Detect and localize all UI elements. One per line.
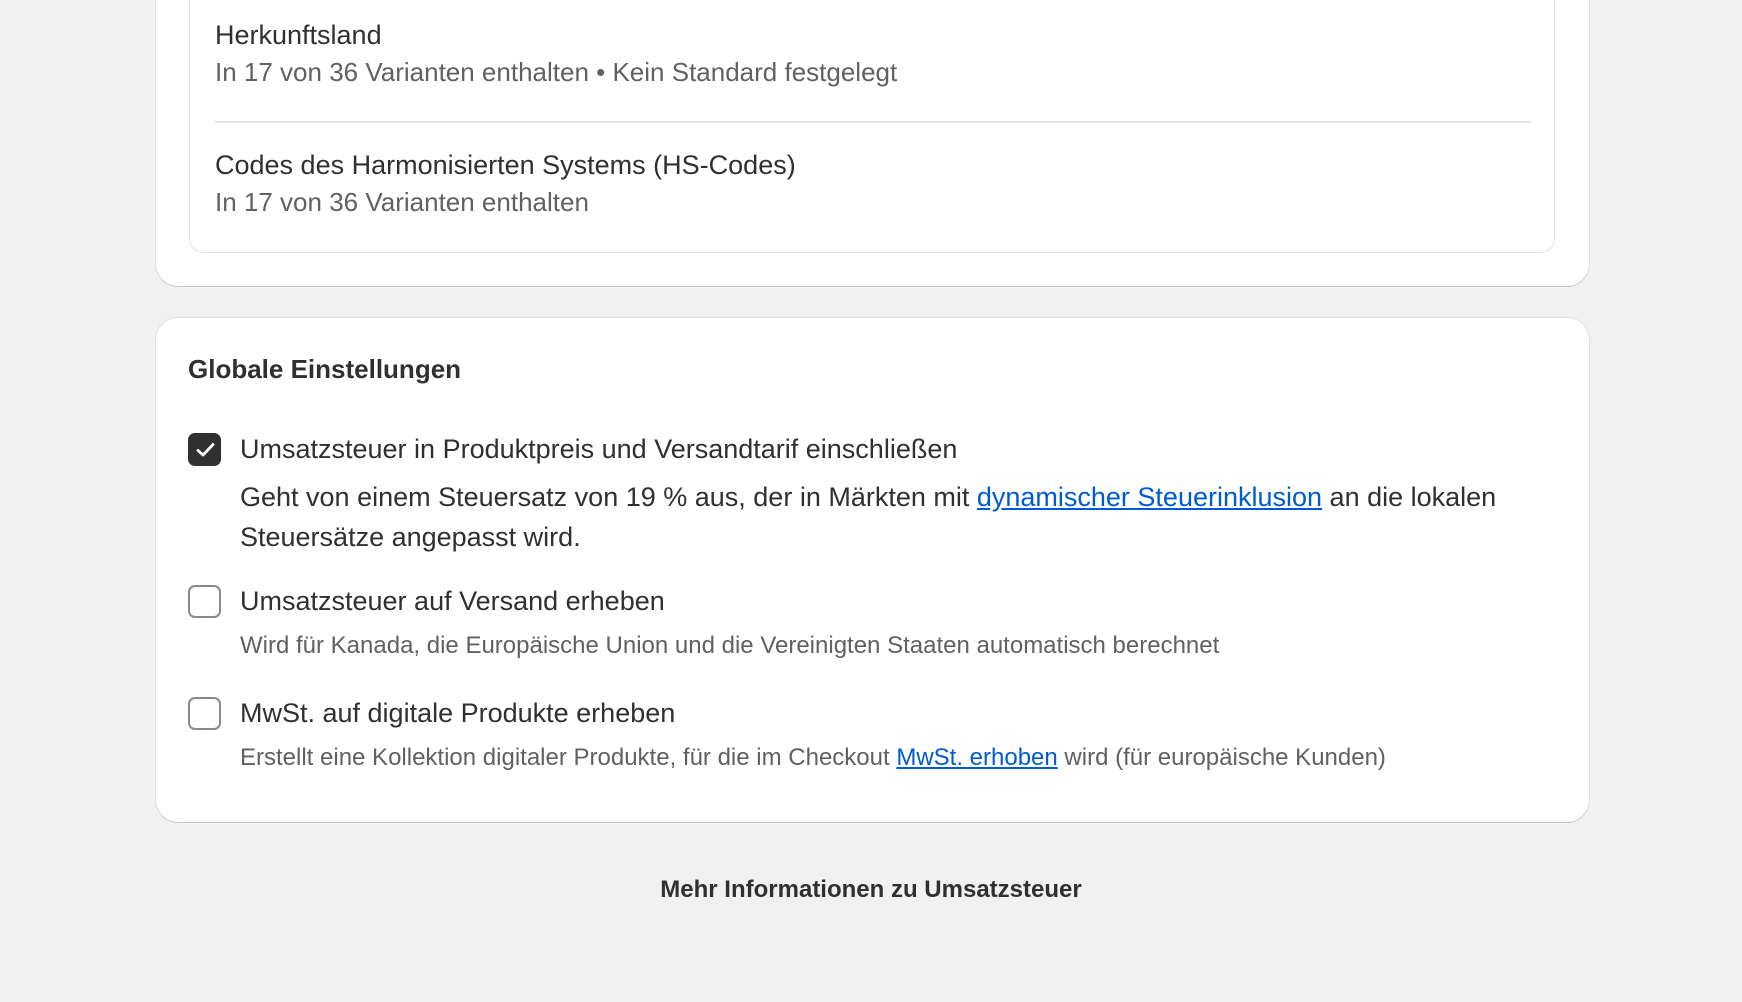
- vat-charged-link[interactable]: MwSt. erhoben: [896, 744, 1057, 771]
- digital-vat-desc-text: Erstellt eine Kollektion digitaler Produ…: [240, 744, 897, 771]
- include-tax-checkbox[interactable]: [188, 433, 221, 466]
- digital-vat-checkbox[interactable]: [188, 697, 221, 730]
- include-tax-desc-text: Geht von einem Steuersatz von 19 % aus, …: [240, 482, 977, 512]
- digital-vat-description: Erstellt eine Kollektion digitaler Produ…: [240, 742, 1550, 774]
- shipping-tax-checkbox[interactable]: [188, 585, 221, 618]
- variant-details-card: Herkunftsland In 17 von 36 Varianten ent…: [156, 0, 1589, 286]
- more-info-tax-link[interactable]: Mehr Informationen zu Umsatzsteuer: [0, 876, 1742, 904]
- variant-fields-box: Herkunftsland In 17 von 36 Varianten ent…: [189, 0, 1555, 253]
- global-settings-card: Globale Einstellungen Umsatzsteuer in Pr…: [156, 318, 1589, 822]
- origin-country-subtitle: In 17 von 36 Varianten enthalten • Kein …: [215, 57, 898, 87]
- shipping-tax-description: Wird für Kanada, die Europäische Union u…: [240, 632, 1220, 659]
- digital-vat-label[interactable]: MwSt. auf digitale Produkte erheben: [240, 698, 675, 729]
- dynamic-tax-inclusion-link[interactable]: dynamischer Steuerinklusion: [977, 482, 1322, 512]
- hs-codes-subtitle: In 17 von 36 Varianten enthalten: [215, 187, 589, 217]
- section-heading: Globale Einstellungen: [188, 354, 462, 384]
- hs-codes-title: Codes des Harmonisierten Systems (HS-Cod…: [215, 150, 796, 180]
- row-divider: [215, 121, 1531, 123]
- include-tax-label[interactable]: Umsatzsteuer in Produktpreis und Versand…: [240, 434, 957, 465]
- shipping-tax-label[interactable]: Umsatzsteuer auf Versand erheben: [240, 586, 665, 617]
- digital-vat-desc-text-end: wird (für europäische Kunden): [1057, 744, 1386, 771]
- checkmark-icon: [196, 443, 215, 457]
- origin-country-title: Herkunftsland: [215, 20, 382, 50]
- include-tax-description: Geht von einem Steuersatz von 19 % aus, …: [240, 477, 1550, 557]
